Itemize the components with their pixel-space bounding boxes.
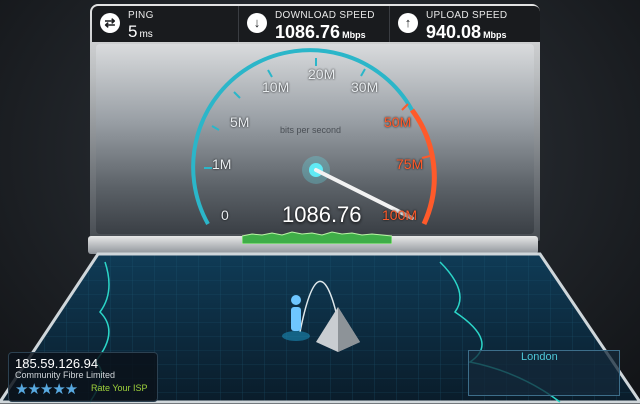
server-location-box: London: [468, 350, 620, 396]
rate-isp-link[interactable]: Rate Your ISP: [91, 383, 148, 393]
ip-address: 185.59.126.94: [15, 356, 99, 371]
gauge-arc: [191, 48, 414, 225]
scale-label-0: 0: [221, 207, 229, 223]
scale-label-100m: 100M: [382, 207, 418, 223]
speed-history-graph: [242, 231, 392, 244]
user-location-icon: [291, 295, 301, 331]
scale-label-1m: 1M: [212, 156, 232, 172]
scale-label-50m: 50M: [384, 114, 412, 130]
scale-label-30m: 30M: [351, 79, 379, 95]
gauge-ticks: [204, 58, 366, 169]
scale-label-75m: 75M: [396, 156, 424, 172]
scale-label-5m: 5M: [230, 114, 250, 130]
gauge-current-value: 1086.76: [282, 202, 362, 227]
gauge-caption: bits per second: [280, 125, 342, 135]
isp-name: Community Fibre Limited: [15, 370, 116, 380]
isp-info-box: 185.59.126.94 Community Fibre Limited ★★…: [8, 352, 158, 402]
scale-label-10m: 10M: [262, 79, 290, 95]
rating-stars[interactable]: ★★★★★: [15, 380, 78, 398]
speedtest-app: ⇄ PING 5 ms ↓ DOWNLOAD SPEED 1086.76 Mbps …: [0, 0, 640, 404]
scale-label-20m: 20M: [308, 66, 336, 82]
server-city: London: [521, 351, 558, 363]
